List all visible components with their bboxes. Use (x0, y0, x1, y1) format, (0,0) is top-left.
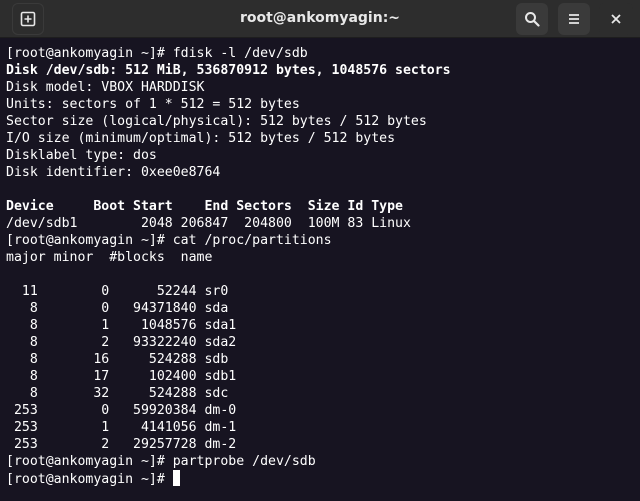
terminal-line-text: 8 2 93322240 sda2 (6, 335, 237, 350)
terminal-line-text: Units: sectors of 1 * 512 = 512 bytes (6, 97, 300, 112)
terminal-prompt-line: [root@ankomyagin ~]# partprobe /dev/sdb (6, 453, 640, 470)
terminal-output-line: 11 0 52244 sr0 (6, 283, 640, 300)
terminal-line-text: 253 2 29257728 dm-2 (6, 437, 237, 452)
terminal-line-text: 8 32 524288 sdc (6, 386, 229, 401)
terminal-line-text: [root@ankomyagin ~]# cat /proc/partition… (6, 233, 332, 248)
terminal-output-line: major minor #blocks name (6, 249, 640, 266)
terminal-output-line: 253 2 29257728 dm-2 (6, 436, 640, 453)
terminal-output[interactable]: [root@ankomyagin ~]# fdisk -l /dev/sdb Di… (0, 38, 640, 501)
terminal-line-text: 8 0 94371840 sda (6, 301, 229, 316)
terminal-output-line: 253 1 4141056 dm-1 (6, 419, 640, 436)
terminal-line-text: Device Boot Start End Sectors Size Id Ty… (6, 199, 403, 214)
terminal-prompt-line: [root@ankomyagin ~]# (6, 470, 640, 487)
close-icon (611, 14, 621, 24)
scrollbar[interactable] (636, 38, 640, 501)
terminal-output-line: 8 2 93322240 sda2 (6, 334, 640, 351)
text-cursor (172, 470, 180, 486)
terminal-output-line: Disk /dev/sdb: 512 MiB, 536870912 bytes,… (6, 62, 640, 79)
terminal-line-text: [root@ankomyagin ~]# fdisk -l /dev/sdb (6, 46, 308, 61)
terminal-line-text: I/O size (minimum/optimal): 512 bytes / … (6, 131, 396, 146)
header-bar: root@ankomyagin:~ (0, 0, 640, 38)
terminal-line-text: 8 1 1048576 sda1 (6, 318, 237, 333)
terminal-output-line: Sector size (logical/physical): 512 byte… (6, 113, 640, 130)
hamburger-menu-icon (569, 14, 579, 24)
terminal-output-line: Disklabel type: dos (6, 147, 640, 164)
terminal-line-text: Disk identifier: 0xee0e8764 (6, 165, 221, 180)
terminal-prompt-line: [root@ankomyagin ~]# fdisk -l /dev/sdb (6, 45, 640, 62)
terminal-output-line: 8 16 524288 sdb (6, 351, 640, 368)
terminal-line-text: [root@ankomyagin ~]# (6, 472, 173, 487)
terminal-output-line: I/O size (minimum/optimal): 512 bytes / … (6, 130, 640, 147)
terminal-line-text: Disk /dev/sdb: 512 MiB, 536870912 bytes,… (6, 63, 451, 78)
terminal-line-text: 8 17 102400 sdb1 (6, 369, 237, 384)
terminal-line-text: 253 0 59920384 dm-0 (6, 403, 237, 418)
terminal-line-text: Disklabel type: dos (6, 148, 157, 163)
terminal-line-text: major minor #blocks name (6, 250, 213, 265)
terminal-output-line: 8 1 1048576 sda1 (6, 317, 640, 334)
terminal-line-text: 8 16 524288 sdb (6, 352, 229, 367)
terminal-output-line: /dev/sdb1 2048 206847 204800 100M 83 Lin… (6, 215, 640, 232)
terminal-output-line: 8 32 524288 sdc (6, 385, 640, 402)
terminal-output-line: Disk identifier: 0xee0e8764 (6, 164, 640, 181)
terminal-output-line: Device Boot Start End Sectors Size Id Ty… (6, 198, 640, 215)
terminal-output-line: Units: sectors of 1 * 512 = 512 bytes (6, 96, 640, 113)
terminal-output-line: 8 0 94371840 sda (6, 300, 640, 317)
terminal-line-text: /dev/sdb1 2048 206847 204800 100M 83 Lin… (6, 216, 411, 231)
terminal-line-text: 253 1 4141056 dm-1 (6, 420, 237, 435)
terminal-line-text: Disk model: VBOX HARDDISK (6, 80, 205, 95)
terminal-line-text: [root@ankomyagin ~]# partprobe /dev/sdb (6, 454, 316, 469)
terminal-line-text: Sector size (logical/physical): 512 byte… (6, 114, 427, 129)
new-tab-icon (20, 11, 36, 27)
search-icon (525, 12, 540, 27)
menu-button[interactable] (558, 3, 590, 35)
terminal-line-text: 11 0 52244 sr0 (6, 284, 229, 299)
search-button[interactable] (516, 3, 548, 35)
terminal-window: root@ankomyagin:~ [root@ankomyagin ~]# f… (0, 0, 640, 501)
terminal-output-line: Disk model: VBOX HARDDISK (6, 79, 640, 96)
new-tab-button[interactable] (12, 3, 44, 35)
terminal-output-line: 253 0 59920384 dm-0 (6, 402, 640, 419)
terminal-prompt-line: [root@ankomyagin ~]# cat /proc/partition… (6, 232, 640, 249)
terminal-output-line: 8 17 102400 sdb1 (6, 368, 640, 385)
close-button[interactable] (599, 3, 633, 35)
